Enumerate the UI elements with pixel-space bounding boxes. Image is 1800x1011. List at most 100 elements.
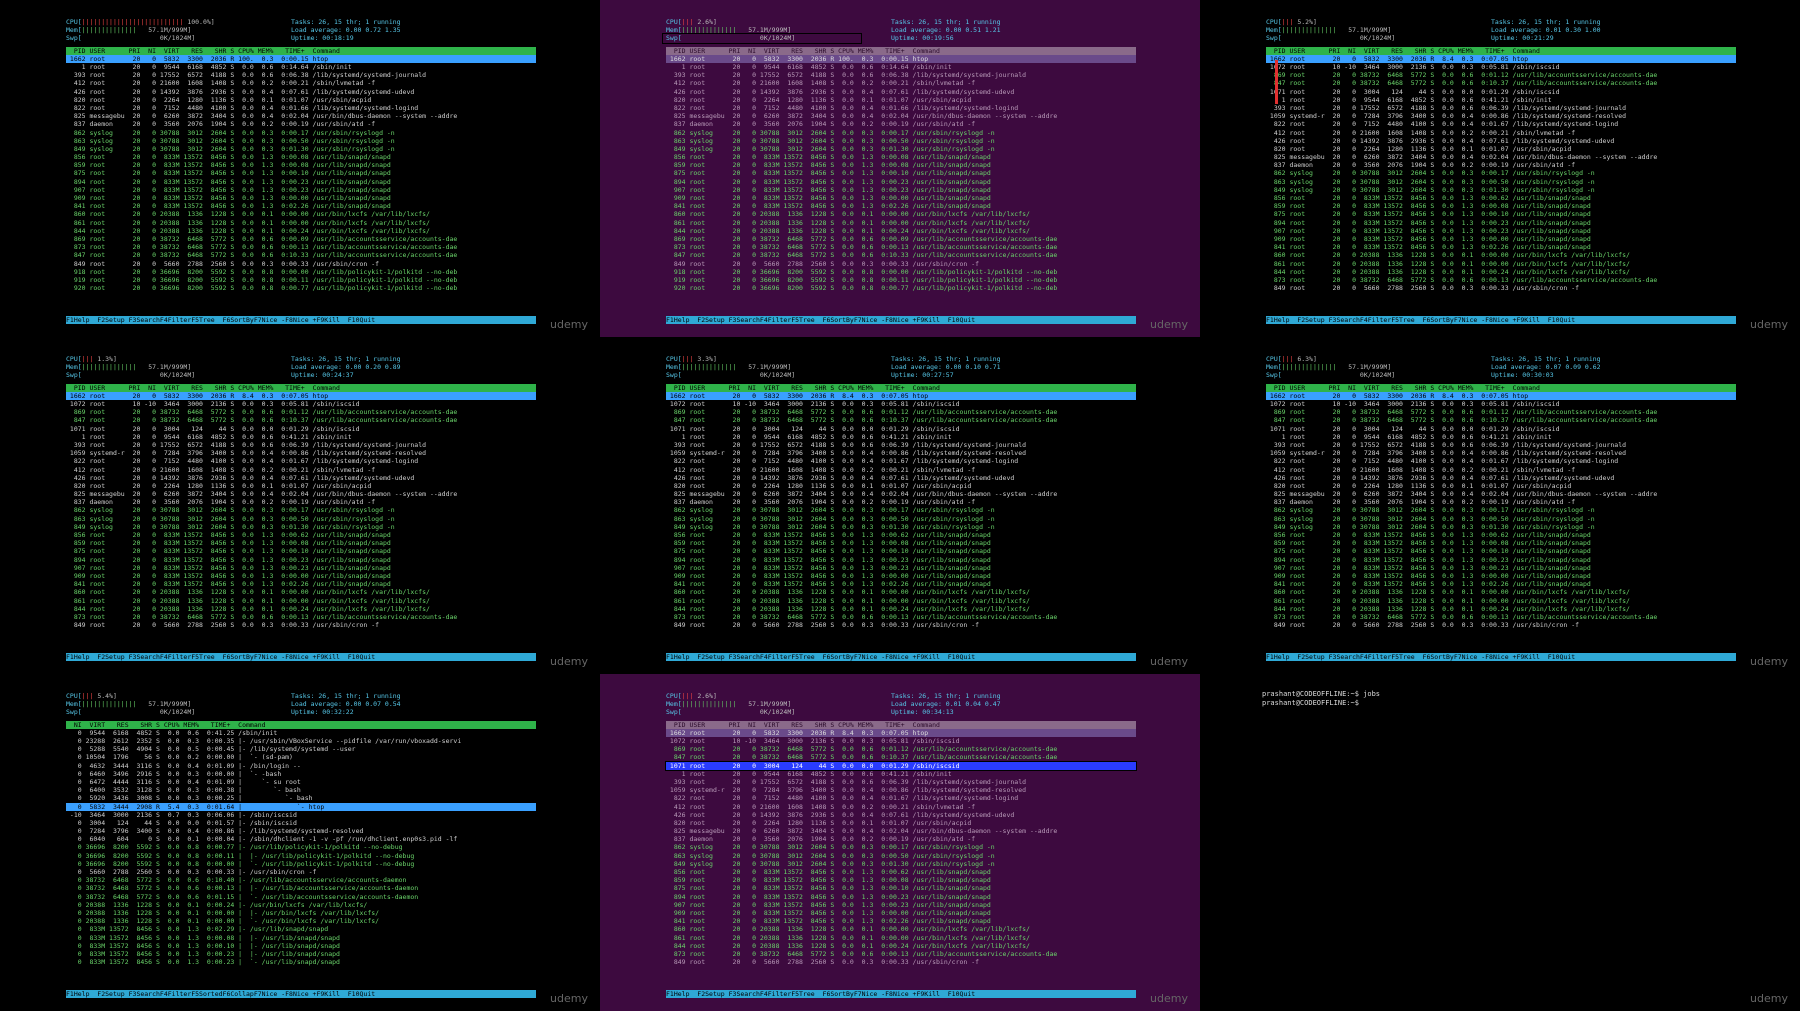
process-row[interactable]: 873 root 20 0 38732 6468 5772 S 0.0 0.6 … — [1266, 613, 1736, 621]
process-row[interactable]: 841 root 20 0 833M 13572 8456 S 0.0 1.3 … — [1266, 580, 1736, 588]
process-row[interactable]: 860 root 20 0 20388 1336 1228 S 0.0 0.1 … — [1266, 588, 1736, 596]
process-row[interactable]: 1072 root 10 -10 3464 3000 2136 S 0.0 0.… — [66, 400, 536, 408]
process-row[interactable]: 861 root 20 0 20388 1336 1228 S 0.0 0.1 … — [66, 219, 536, 227]
process-row[interactable]: 844 root 20 0 20388 1336 1228 S 0.0 0.1 … — [1266, 268, 1736, 276]
process-row[interactable]: 873 root 20 0 38732 6468 5772 S 0.0 0.6 … — [666, 613, 1136, 621]
function-key-bar[interactable]: F1Help F2Setup F3SearchF4FilterF5Tree F6… — [666, 653, 1136, 662]
process-row[interactable]: 847 root 20 0 38732 6468 5772 S 0.0 0.6 … — [1266, 416, 1736, 424]
process-row[interactable]: 907 root 20 0 833M 13572 8456 S 0.0 1.3 … — [666, 901, 1136, 909]
process-row[interactable]: 820 root 20 0 2264 1280 1136 S 0.0 0.1 0… — [1266, 145, 1736, 153]
process-row[interactable]: 862 syslog 20 0 30788 3012 2604 S 0.0 0.… — [666, 506, 1136, 514]
function-key-bar[interactable]: F1Help F2Setup F3SearchF4FilterF5SortedF… — [66, 990, 536, 999]
process-row[interactable]: 861 root 20 0 20388 1336 1228 S 0.0 0.1 … — [1266, 597, 1736, 605]
process-row[interactable]: 0 36696 8200 5592 S 0.0 0.8 0:00.11 | |-… — [66, 852, 536, 860]
process-row[interactable]: 873 root 20 0 38732 6468 5772 S 0.0 0.6 … — [66, 243, 536, 251]
process-row[interactable]: 822 root 20 0 7152 4480 4100 S 0.0 0.4 0… — [666, 104, 1136, 112]
process-row[interactable]: 869 root 20 0 38732 6468 5772 S 0.0 0.6 … — [66, 235, 536, 243]
process-row[interactable]: 0 38732 6468 5772 S 0.0 0.6 0:01.15 | `-… — [66, 893, 536, 901]
process-row[interactable]: 1662 root 20 0 5832 3300 2036 R 100. 0.3… — [666, 54, 1136, 63]
process-row[interactable]: 820 root 20 0 2264 1280 1136 S 0.0 0.1 0… — [666, 482, 1136, 490]
process-table-header[interactable]: PID USER PRI NI VIRT RES SHR S CPU% MEM%… — [66, 383, 536, 392]
function-key-bar[interactable]: F1Help F2Setup F3SearchF4FilterF5Tree F6… — [1266, 653, 1736, 662]
process-row[interactable]: 841 root 20 0 833M 13572 8456 S 0.0 1.3 … — [666, 917, 1136, 925]
process-row[interactable]: 412 root 20 0 21600 1608 1408 S 0.0 0.2 … — [666, 466, 1136, 474]
process-row[interactable]: 859 root 20 0 833M 13572 8456 S 0.0 1.3 … — [666, 876, 1136, 884]
process-row[interactable]: 841 root 20 0 833M 13572 8456 S 0.0 1.3 … — [66, 580, 536, 588]
process-row[interactable]: 860 root 20 0 20388 1336 1228 S 0.0 0.1 … — [66, 588, 536, 596]
process-row[interactable]: 894 root 20 0 833M 13572 8456 S 0.0 1.3 … — [1266, 219, 1736, 227]
process-row[interactable]: 1059 systemd-r 20 0 7284 3796 3400 S 0.0… — [666, 786, 1136, 794]
process-row[interactable]: 426 root 20 0 14392 3876 2936 S 0.0 0.4 … — [1266, 137, 1736, 145]
process-row[interactable]: 1072 root 10 -10 3464 3000 2136 S 0.0 0.… — [666, 737, 1136, 745]
process-row[interactable]: 856 root 20 0 833M 13572 8456 S 0.0 1.3 … — [666, 153, 1136, 161]
process-row[interactable]: 822 root 20 0 7152 4480 4100 S 0.0 0.4 0… — [66, 457, 536, 465]
process-row[interactable]: 0 23288 2612 2352 S 0.0 0.3 0:00.35 |- /… — [66, 737, 536, 745]
process-row[interactable]: 825 messagebu 20 0 6260 3872 3404 S 0.0 … — [666, 490, 1136, 498]
process-row[interactable]: 1059 systemd-r 20 0 7284 3796 3400 S 0.0… — [666, 449, 1136, 457]
process-row[interactable]: 856 root 20 0 833M 13572 8456 S 0.0 1.3 … — [66, 153, 536, 161]
process-row[interactable]: 859 root 20 0 833M 13572 8456 S 0.0 1.3 … — [66, 539, 536, 547]
process-table-header[interactable]: PID USER PRI NI VIRT RES SHR S CPU% MEM%… — [66, 46, 536, 55]
process-row[interactable]: 847 root 20 0 38732 6468 5772 S 0.0 0.6 … — [666, 753, 1136, 761]
process-row[interactable]: 856 root 20 0 833M 13572 8456 S 0.0 1.3 … — [666, 531, 1136, 539]
process-row[interactable]: 909 root 20 0 833M 13572 8456 S 0.0 1.3 … — [66, 194, 536, 202]
process-row[interactable]: 1 root 20 0 9544 6168 4852 S 0.0 0.6 0:4… — [666, 770, 1136, 778]
process-row[interactable]: 862 syslog 20 0 30788 3012 2604 S 0.0 0.… — [66, 129, 536, 137]
process-row[interactable]: 0 38732 6468 5772 S 0.0 0.6 0:10.40 |- /… — [66, 876, 536, 884]
process-row[interactable]: 822 root 20 0 7152 4480 4100 S 0.0 0.4 0… — [1266, 457, 1736, 465]
process-row[interactable]: 1662 root 20 0 5832 3300 2036 R 8.4 0.3 … — [66, 391, 536, 400]
process-row[interactable]: 894 root 20 0 833M 13572 8456 S 0.0 1.3 … — [66, 556, 536, 564]
process-row[interactable]: 0 4632 3444 3116 S 0.0 0.4 0:01.09 |- /b… — [66, 762, 536, 770]
process-row[interactable]: 0 36696 8200 5592 S 0.0 0.8 0:00.77 |- /… — [66, 843, 536, 851]
process-row[interactable]: 920 root 20 0 36696 8200 5592 S 0.0 0.8 … — [666, 284, 1136, 292]
process-row[interactable]: 426 root 20 0 14392 3876 2936 S 0.0 0.4 … — [66, 474, 536, 482]
process-row[interactable]: 909 root 20 0 833M 13572 8456 S 0.0 1.3 … — [666, 194, 1136, 202]
process-row[interactable]: 837 daemon 20 0 3560 2076 1904 S 0.0 0.2… — [666, 498, 1136, 506]
process-row[interactable]: 919 root 20 0 36696 8200 5592 S 0.0 0.8 … — [66, 276, 536, 284]
process-row[interactable]: 849 root 20 0 5660 2788 2560 S 0.0 0.3 0… — [66, 621, 536, 629]
process-row[interactable]: 863 syslog 20 0 30788 3012 2604 S 0.0 0.… — [66, 515, 536, 523]
process-row[interactable]: 860 root 20 0 20388 1336 1228 S 0.0 0.1 … — [666, 588, 1136, 596]
process-row[interactable]: 825 messagebu 20 0 6260 3872 3404 S 0.0 … — [1266, 153, 1736, 161]
process-row[interactable]: 841 root 20 0 833M 13572 8456 S 0.0 1.3 … — [666, 202, 1136, 210]
process-row[interactable]: 426 root 20 0 14392 3876 2936 S 0.0 0.4 … — [66, 88, 536, 96]
process-row[interactable]: 859 root 20 0 833M 13572 8456 S 0.0 1.3 … — [1266, 539, 1736, 547]
process-row[interactable]: 825 messagebu 20 0 6260 3872 3404 S 0.0 … — [666, 112, 1136, 120]
process-row[interactable]: 894 root 20 0 833M 13572 8456 S 0.0 1.3 … — [66, 178, 536, 186]
process-row[interactable]: 875 root 20 0 833M 13572 8456 S 0.0 1.3 … — [1266, 210, 1736, 218]
process-row[interactable]: 849 root 20 0 5660 2788 2560 S 0.0 0.3 0… — [666, 260, 1136, 268]
process-row[interactable]: 1072 root 10 -10 3464 3000 2136 S 0.0 0.… — [1266, 63, 1736, 71]
process-row[interactable]: 873 root 20 0 38732 6468 5772 S 0.0 0.6 … — [666, 950, 1136, 958]
process-row[interactable]: 863 syslog 20 0 30788 3012 2604 S 0.0 0.… — [666, 515, 1136, 523]
process-row[interactable]: 1071 root 20 0 3004 124 44 S 0.0 0.0 0:0… — [666, 425, 1136, 433]
htop-terminal[interactable]: CPU[||| 1.3%] Mem[|||||||||||||| 57.1M/99… — [66, 355, 536, 629]
process-row[interactable]: 820 root 20 0 2264 1280 1136 S 0.0 0.1 0… — [66, 482, 536, 490]
process-row[interactable]: 825 messagebu 20 0 6260 3872 3404 S 0.0 … — [66, 112, 536, 120]
process-row[interactable]: 1071 root 20 0 3004 124 44 S 0.0 0.0 0:0… — [1266, 425, 1736, 433]
htop-terminal[interactable]: CPU[||| 6.3%] Mem[|||||||||||||| 57.1M/99… — [1266, 355, 1736, 629]
process-row[interactable]: 859 root 20 0 833M 13572 8456 S 0.0 1.3 … — [666, 539, 1136, 547]
process-row[interactable]: 837 daemon 20 0 3560 2076 1904 S 0.0 0.2… — [66, 498, 536, 506]
process-row[interactable]: 837 daemon 20 0 3560 2076 1904 S 0.0 0.2… — [666, 120, 1136, 128]
process-row[interactable]: 0 5920 3436 3008 S 0.0 0.3 0:00.25 | `- … — [66, 794, 536, 802]
process-row[interactable]: 860 root 20 0 20388 1336 1228 S 0.0 0.1 … — [66, 210, 536, 218]
process-row[interactable]: 1 root 20 0 9544 6168 4852 S 0.0 0.6 0:4… — [1266, 433, 1736, 441]
process-row[interactable]: 863 syslog 20 0 30788 3012 2604 S 0.0 0.… — [1266, 178, 1736, 186]
process-row[interactable]: 849 syslog 20 0 30788 3012 2604 S 0.0 0.… — [666, 860, 1136, 868]
process-row[interactable]: 862 syslog 20 0 30788 3012 2604 S 0.0 0.… — [666, 843, 1136, 851]
process-row[interactable]: 1662 root 20 0 5832 3300 2036 R 8.4 0.3 … — [666, 728, 1136, 737]
process-row[interactable]: 1071 root 20 0 3004 124 44 S 0.0 0.0 0:0… — [66, 425, 536, 433]
process-row[interactable]: 847 root 20 0 38732 6468 5772 S 0.0 0.6 … — [66, 251, 536, 259]
process-row[interactable]: 1072 root 10 -10 3464 3000 2136 S 0.0 0.… — [666, 400, 1136, 408]
process-table-header[interactable]: PID USER PRI NI VIRT RES SHR S CPU% MEM%… — [666, 46, 1136, 55]
process-row[interactable]: 907 root 20 0 833M 13572 8456 S 0.0 1.3 … — [666, 564, 1136, 572]
process-row[interactable]: 860 root 20 0 20388 1336 1228 S 0.0 0.1 … — [666, 210, 1136, 218]
process-row[interactable]: 822 root 20 0 7152 4480 4100 S 0.0 0.4 0… — [66, 104, 536, 112]
process-row[interactable]: 860 root 20 0 20388 1336 1228 S 0.0 0.1 … — [666, 925, 1136, 933]
process-row[interactable]: 844 root 20 0 20388 1336 1228 S 0.0 0.1 … — [666, 227, 1136, 235]
process-row[interactable]: 844 root 20 0 20388 1336 1228 S 0.0 0.1 … — [666, 605, 1136, 613]
process-row[interactable]: 844 root 20 0 20388 1336 1228 S 0.0 0.1 … — [1266, 605, 1736, 613]
process-row[interactable]: 875 root 20 0 833M 13572 8456 S 0.0 1.3 … — [666, 547, 1136, 555]
process-row[interactable]: 849 syslog 20 0 30788 3012 2604 S 0.0 0.… — [666, 145, 1136, 153]
process-row[interactable]: 1072 root 10 -10 3464 3000 2136 S 0.0 0.… — [1266, 400, 1736, 408]
